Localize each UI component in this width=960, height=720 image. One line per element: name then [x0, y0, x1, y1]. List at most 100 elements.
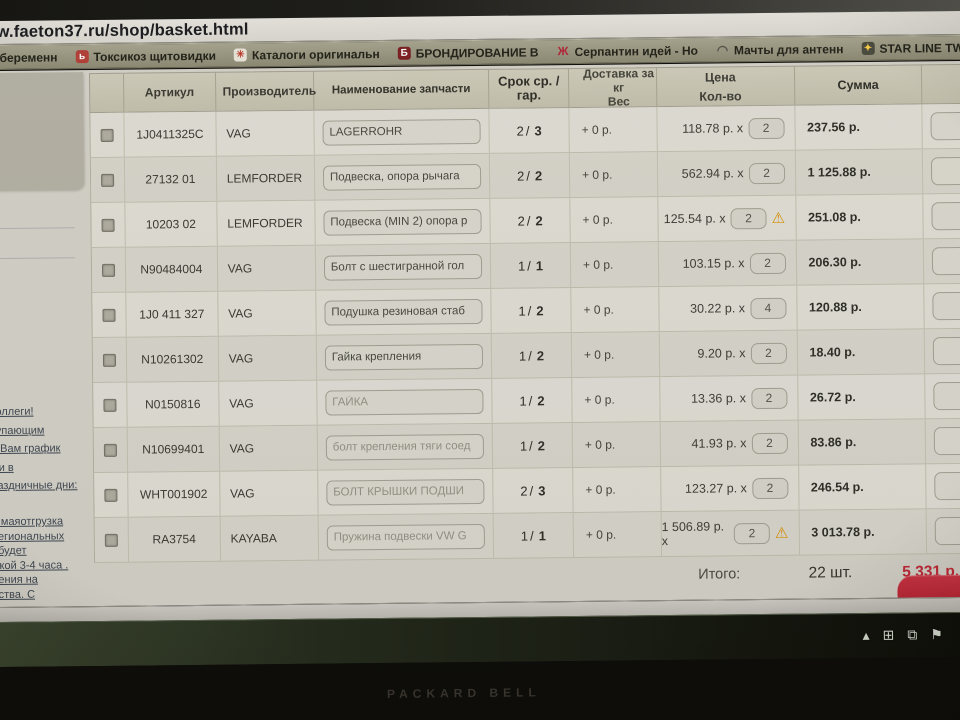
bookmark-label: Серпантин идей - Но — [574, 43, 699, 59]
quantity-input[interactable] — [748, 162, 785, 184]
term-cell: 1 / 2 — [491, 288, 572, 333]
price-cell: 562.94 р. x ⚠ — [657, 150, 796, 197]
row-checkbox[interactable] — [103, 398, 117, 412]
warning-icon: ⚠ — [774, 524, 789, 542]
chevron-up-icon[interactable]: ▴ — [862, 626, 869, 644]
bookmark-favicon-icon: ◠ — [716, 42, 729, 58]
term-cell: 1 / 2 — [492, 378, 573, 423]
price-value: 1 506.89 р. x — [661, 519, 725, 549]
row-checkbox[interactable] — [100, 173, 115, 187]
part-name-input[interactable] — [325, 388, 484, 416]
bookmark-catalogs[interactable]: ✳ Каталоги оригинальн — [233, 47, 380, 63]
delivery-cell: + 0 р. — [573, 512, 662, 558]
delivery-cell: + 0 р. — [571, 287, 660, 333]
warning-icon: ⚠ — [771, 209, 786, 227]
bookmark-serpantin[interactable]: Ж Серпантин идей - Но — [556, 43, 698, 58]
quantity-input[interactable] — [749, 252, 786, 274]
row-checkbox[interactable] — [104, 533, 118, 547]
article-cell: N10699401 — [127, 426, 220, 472]
term-stock: 1 — [520, 528, 529, 544]
part-name-cell — [315, 288, 492, 335]
bookmark-toxicosis[interactable]: ь Токсикоз щитовидки — [75, 48, 216, 64]
part-name-cell — [316, 333, 493, 380]
part-name-input[interactable] — [326, 523, 485, 551]
part-name-input[interactable] — [324, 298, 483, 326]
row-checkbox[interactable] — [101, 218, 115, 232]
flag-icon[interactable]: ⚑ — [930, 625, 943, 643]
sidebar-notice-line[interactable]: 5 маяотгрузка — [0, 514, 87, 529]
part-name-input[interactable] — [326, 478, 485, 506]
part-name-input[interactable] — [324, 343, 483, 371]
sidebar-notice-line[interactable]: тупающим — [0, 421, 86, 440]
sidebar-notice-line[interactable]: раздничные дни: — [0, 476, 86, 495]
term-warranty: 1 — [535, 257, 544, 273]
part-name-input[interactable] — [322, 118, 481, 146]
quantity-input[interactable] — [751, 432, 788, 454]
part-name-input[interactable] — [322, 163, 482, 191]
checkbox-cell — [92, 337, 128, 383]
sidebar-notice-line[interactable]: коллеги! — [0, 402, 86, 421]
term-cell: 2 / 2 — [490, 198, 571, 243]
part-name-cell — [317, 423, 494, 470]
bookmark-masts[interactable]: ◠ Мачты для антенн — [716, 42, 844, 58]
sum-cell: 1 125.88 р. — [795, 149, 924, 195]
bookmark-favicon-icon: Б — [397, 46, 411, 60]
note-input[interactable] — [934, 471, 960, 501]
table-body: 1J0411325C VAG 2 / 3 + 0 р. — [89, 102, 960, 564]
term-cell: 2 / 3 — [489, 108, 570, 153]
note-input[interactable] — [932, 246, 960, 276]
sidebar-notice-line[interactable]: региональных — [0, 529, 87, 544]
bookmark-starline[interactable]: ✦ STAR LINE TWAGE A6 — [861, 40, 960, 56]
windows-logo-icon[interactable]: ⊞ — [883, 626, 895, 644]
part-name-cell — [316, 378, 493, 425]
system-tray: ▴ ⊞ ⧉ ⚑ — [862, 625, 943, 644]
row-checkbox[interactable] — [101, 263, 116, 277]
checkbox-cell — [90, 157, 126, 203]
header-price: Цена Кол-во — [656, 66, 795, 107]
quantity-input[interactable] — [750, 342, 787, 364]
checkbox-cell — [91, 247, 127, 293]
bookmark-pregnancy[interactable]: ь беременн — [0, 50, 58, 65]
note-input[interactable] — [930, 111, 960, 141]
sidebar-notice-line[interactable]: жкой 3-4 часа . — [0, 558, 87, 573]
quantity-input[interactable] — [750, 387, 788, 409]
brand-cell: LEMFORDER — [217, 200, 316, 246]
note-input[interactable] — [934, 516, 960, 546]
sum-cell: 83.86 р. — [798, 419, 927, 465]
quantity-input[interactable] — [747, 117, 785, 139]
sidebar-notice-line[interactable]: и Вам график — [0, 439, 86, 458]
sidebar-notice-line[interactable]: бства. С — [0, 587, 88, 602]
note-input[interactable] — [931, 156, 960, 186]
delivery-cell: + 0 р. — [569, 152, 659, 198]
part-name-input[interactable] — [323, 208, 482, 236]
note-input[interactable] — [932, 291, 960, 321]
quantity-input[interactable] — [733, 522, 770, 544]
part-name-input[interactable] — [323, 253, 482, 281]
totals-quantity: 22 шт. — [808, 564, 853, 582]
row-checkbox[interactable] — [103, 443, 117, 457]
note-input[interactable] — [933, 336, 960, 366]
quantity-input[interactable] — [749, 297, 787, 319]
note-input[interactable] — [933, 426, 960, 456]
term-warranty: 2 — [537, 437, 546, 453]
note-input[interactable] — [931, 201, 960, 231]
row-checkbox[interactable] — [102, 353, 116, 367]
row-checkbox[interactable] — [104, 488, 118, 502]
dual-display-icon[interactable]: ⧉ — [907, 625, 917, 643]
sidebar-notice-line[interactable]: , будет — [0, 543, 87, 558]
quantity-input[interactable] — [730, 207, 767, 229]
note-input[interactable] — [933, 381, 960, 411]
sidebar-notice-line[interactable]: нения на — [0, 572, 87, 587]
price-value: 123.27 р. x — [684, 481, 747, 496]
sidebar-notice-line[interactable]: ми в — [0, 458, 86, 477]
part-name-input[interactable] — [325, 433, 484, 461]
quantity-input[interactable] — [751, 477, 788, 499]
checkbox-cell — [93, 427, 129, 473]
basket-page: т коллеги! тупающим и Вам график ми в ра… — [0, 60, 960, 608]
term-cell: 1 / 2 — [491, 333, 573, 378]
row-checkbox[interactable] — [100, 128, 114, 142]
monitor-brand-logo: PACKARD BELL — [386, 685, 541, 701]
term-separator: / — [529, 527, 534, 543]
row-checkbox[interactable] — [102, 308, 116, 322]
bookmark-bronding[interactable]: Б БРОНДИРОВАНИЕ В — [397, 45, 539, 60]
